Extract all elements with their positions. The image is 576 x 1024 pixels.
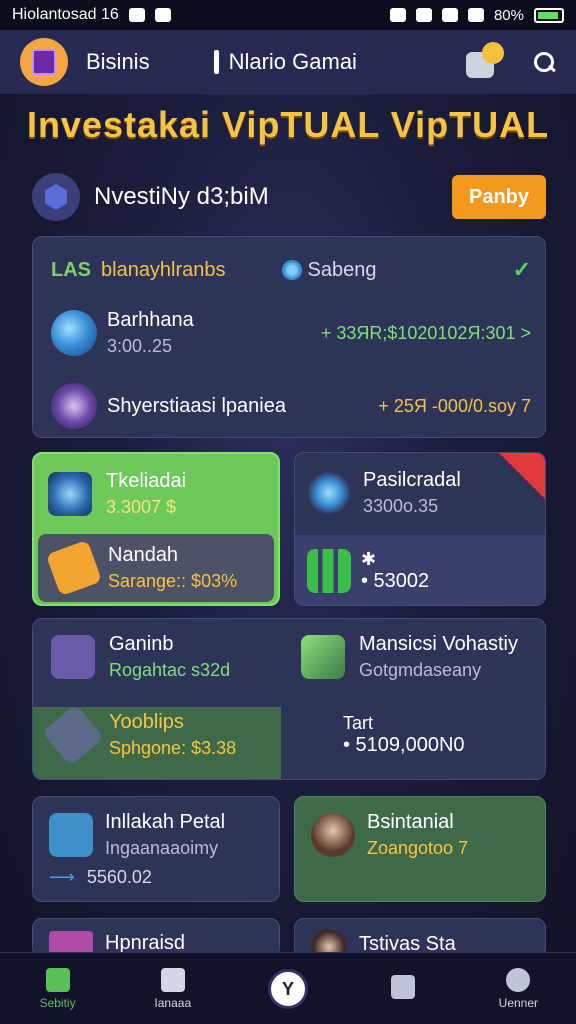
cube-icon: [51, 635, 95, 679]
tile-name: Nandah: [108, 544, 179, 566]
status-time: Hiolantosad 16: [12, 6, 119, 23]
tile-name: Mansicsi Vohastiy: [359, 633, 518, 655]
tile-value: 3300o.35: [363, 496, 439, 516]
list-item[interactable]: Shyerstiaasi lpaniea + 25Я -000/0.soy 7: [51, 383, 531, 429]
center-icon: [267, 968, 308, 1009]
record-icon: [389, 8, 406, 22]
banner-button[interactable]: Panby: [452, 175, 546, 219]
tile-amount: • 5109,000N0: [343, 734, 465, 756]
home-icon: [45, 967, 70, 992]
list-item[interactable]: Barhhana 3:00..25 + 33ЯR;$1020102Я:301 >: [51, 309, 531, 357]
banner-title: NvestiNy d3;biM: [94, 183, 269, 210]
card-status: Sabeng: [281, 258, 377, 282]
tile-subcard[interactable]: Nandah Sarange:: $03%: [38, 534, 274, 602]
tile-inllakah[interactable]: Inllakah Petal Ingaanaaoimy ⟶ 5560.02: [32, 796, 280, 902]
star-icon: [307, 471, 351, 515]
search-icon[interactable]: [532, 50, 556, 74]
avatar: [311, 813, 355, 857]
card-status-label: Sabeng: [307, 258, 377, 281]
nav-item-tasks[interactable]: Ianaaa: [133, 967, 213, 1010]
nav-item-center[interactable]: [248, 968, 328, 1009]
ribbon-badge: [499, 453, 545, 499]
camera-icon: [48, 472, 92, 516]
planet-icon: [51, 383, 97, 429]
tile-extra: ✱: [361, 549, 377, 569]
tile-value: Sarange:: $03%: [108, 571, 238, 591]
list-icon: [391, 974, 416, 999]
appbar-center: Nlario Gamai: [213, 49, 357, 75]
user-icon: [506, 967, 531, 992]
tile-value: Rogahtac s32d: [109, 660, 231, 680]
flashlight-icon: [301, 635, 345, 679]
tile-value: Ingaanaaoimy: [105, 838, 219, 858]
shield-icon: [32, 173, 80, 221]
tile-extra: Tart: [343, 713, 374, 733]
check-box-icon: [160, 967, 185, 992]
tile-name: Bsintanial: [367, 811, 454, 833]
tile-amount: 5560.02: [86, 867, 152, 887]
tile-tkeliadai[interactable]: Tkeliadai 3.3007 $ Nandah Sarange:: $03%: [32, 452, 280, 606]
list-item-name: Shyerstiaasi lpaniea: [107, 394, 286, 417]
status-bar: Hiolantosad 16 80%: [0, 0, 576, 30]
mail-icon: [128, 8, 145, 22]
brand-title: Bisinis: [86, 49, 150, 74]
list-item-sub: 3:00..25: [107, 336, 173, 356]
nav-item-home[interactable]: Sebitiy: [18, 967, 98, 1010]
nav-item-label: Sebitiy: [39, 995, 76, 1010]
nav-item-label: Ianaaa: [154, 995, 192, 1010]
gear-icon: [281, 260, 302, 280]
alarm-icon: [415, 8, 432, 22]
app-bar: Bisinis Nlario Gamai: [0, 30, 576, 94]
book-icon: [49, 813, 93, 857]
page-headline: Investakai VipTUAL VipTUAL: [26, 104, 550, 145]
bar-chart-icon: [307, 549, 351, 593]
tile-bsintanial[interactable]: Bsintanial Zoangotoo 7: [294, 796, 546, 902]
card-title: blanayhlranbs: [101, 258, 226, 281]
nav-item-list[interactable]: [363, 974, 443, 1003]
card-tag: LAS: [51, 258, 91, 281]
download-icon: [154, 8, 171, 22]
check-icon[interactable]: ✓: [513, 257, 531, 283]
tile-name: Yooblips: [109, 711, 184, 733]
tile-gaming-wide[interactable]: Ganinb Rogahtac s32d Yooblips Sphgone: $…: [32, 618, 546, 780]
tile-value: Sphgone: $3.38: [109, 738, 237, 758]
arrow-up-icon: [45, 539, 103, 597]
tile-amount: • 53002: [361, 570, 430, 592]
tile-value: Zoangotoo 7: [367, 838, 469, 858]
tile-value: Gotgmdaseany: [359, 660, 482, 680]
magnifier-icon: [51, 310, 97, 356]
tile-name: Pasilcradal: [363, 469, 461, 491]
list-item-value: + 25Я -000/0.soy 7: [378, 395, 531, 416]
bottom-nav: Sebitiy Ianaaa Uenner: [0, 952, 576, 1024]
tile-name: Tkeliadai: [106, 470, 187, 492]
profile-avatar-icon[interactable]: [464, 42, 504, 82]
battery-icon: [534, 7, 564, 23]
nav-item-label: Uenner: [498, 995, 539, 1010]
appbar-center-title: Nlario Gamai: [228, 49, 357, 74]
nav-item-user[interactable]: Uenner: [478, 967, 558, 1010]
tile-subcard: ✱ • 53002: [295, 535, 545, 605]
info-icon: [213, 50, 219, 74]
wifi-icon: [441, 8, 458, 22]
banner-row: NvestiNy d3;biM Panby: [32, 170, 546, 224]
list-item-value: + 33ЯR;$1020102Я:301 >: [320, 322, 531, 343]
summary-card[interactable]: LAS blanayhlranbs Sabeng ✓ Barhhana 3:00…: [32, 236, 546, 438]
tile-pasilcradal[interactable]: Pasilcradal 3300o.35 ✱ • 53002: [294, 452, 546, 606]
list-item-name: Barhhana: [107, 309, 194, 331]
arrow-right-icon: ⟶: [49, 867, 75, 887]
signal-icon: [467, 8, 484, 22]
tile-name: Ganinb: [109, 633, 174, 655]
battery-percent: 80%: [493, 6, 524, 24]
app-logo-icon[interactable]: [20, 38, 68, 86]
tile-value: 3.3007 $: [106, 497, 177, 517]
tile-name: Inllakah Petal: [105, 811, 226, 833]
hammer-icon: [42, 704, 104, 766]
